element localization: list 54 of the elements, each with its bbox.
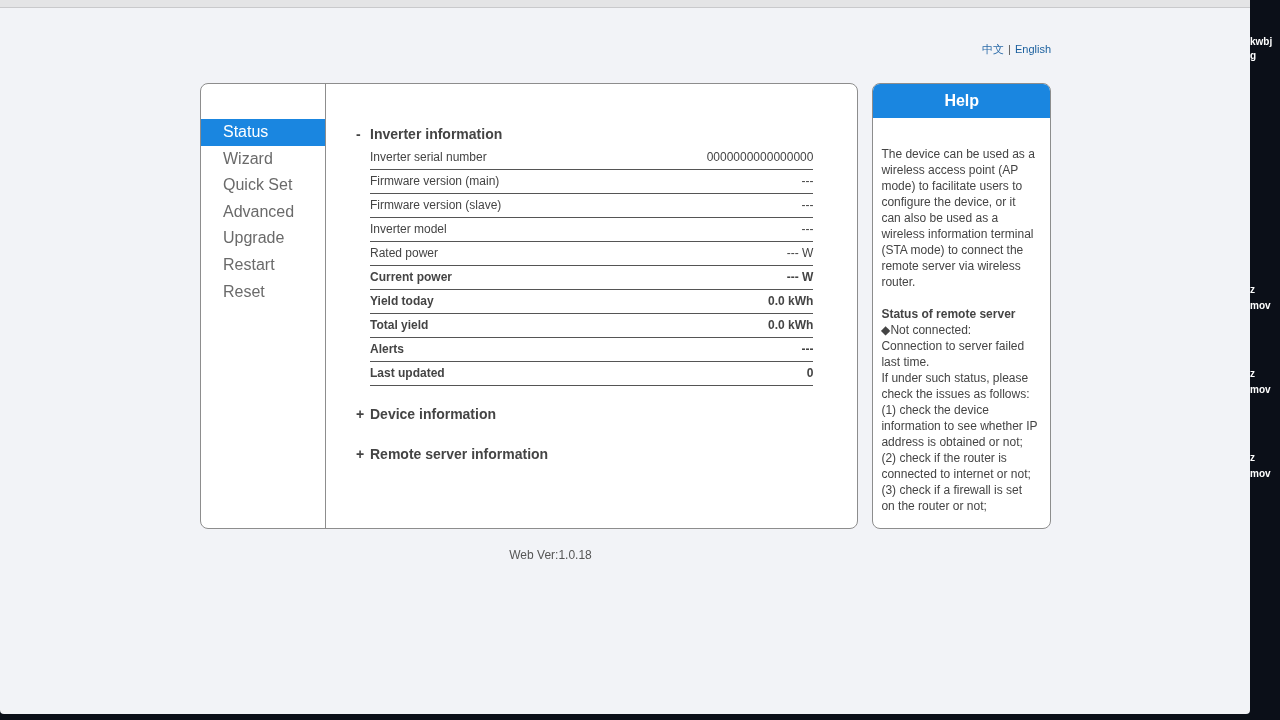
field-value: --- (801, 221, 814, 238)
language-link[interactable]: 中文 (982, 43, 1005, 55)
desktop-file-label: g (1250, 50, 1257, 61)
section-title[interactable]: Device information (370, 406, 497, 424)
field-label: Inverter serial number (370, 149, 487, 166)
desktop-file-label: z (1250, 452, 1255, 463)
field-label: Last updated (370, 365, 445, 382)
field-value: --- (801, 341, 814, 358)
field-label: Firmware version (slave) (370, 197, 502, 214)
sidebar-item[interactable]: Advanced (201, 198, 325, 226)
help-text: The device can be used as a wireless access point (AP mode) to facilitate users to configure the device, or it can also be used as a wireless information terminal (STA mode) to connect the remote server via wireless router. (881, 146, 1036, 290)
sidebar-item[interactable]: Restart (201, 251, 325, 279)
help-text: If under such status, please check the issues as follows: (881, 370, 1031, 402)
field-label: Total yield (370, 317, 429, 334)
help-text: ◆Not connected: (881, 322, 973, 338)
sidebar-item[interactable]: Quick Set (201, 172, 325, 199)
field-value: 0.0 kWh (768, 293, 814, 310)
expand-toggle[interactable]: + (356, 446, 370, 464)
desktop-file-label: mov (1250, 300, 1271, 311)
section-title[interactable]: Inverter information (370, 126, 503, 144)
field-label: Rated power (370, 245, 439, 262)
sidebar-item[interactable]: Reset (201, 278, 325, 306)
field-label: Current power (370, 269, 452, 286)
help-text: Connection to server failed last time. (881, 338, 1026, 370)
help-text: (3) check if a firewall is set on the router or not; (881, 482, 1024, 514)
sidebar-item[interactable]: Status (201, 119, 325, 146)
help-heading: Status of remote server (881, 306, 1017, 322)
desktop-file-label: kwbj (1250, 36, 1273, 47)
expand-toggle[interactable]: + (356, 406, 370, 424)
field-value: --- (801, 197, 814, 214)
expand-toggle[interactable]: - (356, 126, 370, 144)
help-text: (1) check the device information to see whether IP address is obtained or not; (881, 402, 1038, 450)
field-value: --- W (786, 269, 814, 286)
field-label: Alerts (370, 341, 404, 358)
desktop-file-label: mov (1250, 468, 1271, 479)
field-label: Yield today (370, 293, 434, 310)
sidebar-item[interactable]: Wizard (201, 145, 325, 173)
desktop-file-label: mov (1250, 384, 1271, 395)
desktop-file-label: z (1250, 368, 1255, 379)
sidebar-item[interactable]: Upgrade (201, 225, 325, 252)
field-label: Firmware version (main) (370, 173, 500, 190)
version-text: Web Ver:1.0.18 (509, 548, 592, 562)
help-title: Help (873, 84, 1050, 118)
desktop-file-label: z (1250, 284, 1255, 295)
help-text: (2) check if the router is connected to internet or not; (881, 450, 1032, 482)
field-value: 0 (806, 365, 814, 382)
language-link[interactable]: English (1014, 43, 1051, 55)
field-value: 0000000000000000 (706, 149, 814, 166)
section-title[interactable]: Remote server information (370, 446, 549, 464)
field-value: 0.0 kWh (768, 317, 814, 334)
separator-text: | (1008, 43, 1011, 55)
field-label: Inverter model (370, 221, 447, 238)
field-value: --- (801, 173, 814, 190)
field-value: --- W (786, 245, 814, 262)
